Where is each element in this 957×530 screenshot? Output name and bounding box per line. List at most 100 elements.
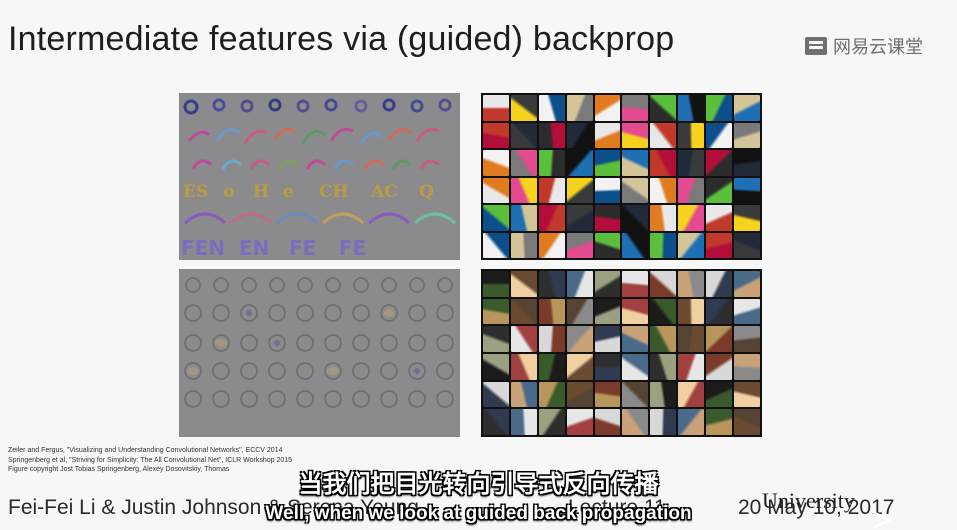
image-patch <box>678 353 705 380</box>
image-patch <box>566 232 593 258</box>
image-patches-top-panel <box>481 93 762 260</box>
image-patch <box>538 381 565 408</box>
image-patch <box>678 232 705 258</box>
image-patch <box>734 409 760 435</box>
letter-mark: AC <box>370 182 398 202</box>
image-patch <box>510 150 537 176</box>
image-patch <box>650 95 677 121</box>
image-patch <box>734 150 760 176</box>
image-patch <box>594 205 621 231</box>
image-patch <box>538 177 565 203</box>
image-patch <box>594 271 621 297</box>
image-patch <box>650 122 677 148</box>
image-patch <box>706 232 733 258</box>
image-patch <box>566 271 593 297</box>
image-patch <box>678 150 705 176</box>
image-patch <box>483 205 509 231</box>
image-patch <box>650 298 677 325</box>
image-patch <box>734 353 760 380</box>
image-patch <box>734 298 760 325</box>
image-patch <box>650 232 677 258</box>
image-patch <box>483 271 509 297</box>
image-patch <box>566 122 593 148</box>
image-patch <box>622 95 649 121</box>
image-patch <box>566 205 593 231</box>
letter-mark: FE <box>339 236 366 260</box>
image-patch <box>538 150 565 176</box>
reference-line: Zeiler and Fergus, "Visualizing and Unde… <box>8 447 283 454</box>
image-patch <box>622 205 649 231</box>
image-patch <box>483 150 509 176</box>
image-patch <box>734 381 760 408</box>
image-patch <box>650 205 677 231</box>
image-patch <box>678 298 705 325</box>
image-patch <box>622 353 649 380</box>
image-patch <box>594 353 621 380</box>
image-patch <box>538 326 565 352</box>
image-patch <box>706 326 733 352</box>
image-patch <box>538 353 565 380</box>
guided-backprop-bottom-panel <box>179 269 460 437</box>
image-patch <box>483 122 509 148</box>
guided-backprop-top-visual: ES o H e CH AC Q FEN EN FE FE <box>181 98 457 260</box>
image-patch <box>483 232 509 258</box>
image-patch <box>622 177 649 203</box>
letter-mark: o <box>223 182 234 202</box>
letter-mark: EN <box>239 236 269 260</box>
image-patch <box>650 409 677 435</box>
image-patch <box>706 353 733 380</box>
image-patch <box>734 122 760 148</box>
image-patch <box>594 177 621 203</box>
letter-mark: FE <box>289 236 316 260</box>
image-patch <box>678 326 705 352</box>
image-patch <box>706 95 733 121</box>
image-patch <box>538 271 565 297</box>
image-patch <box>594 381 621 408</box>
image-patch <box>650 326 677 352</box>
watermark-text: 网易云课堂 <box>833 37 923 57</box>
letter-mark: H <box>253 182 269 202</box>
image-patch <box>538 205 565 231</box>
image-patch <box>594 326 621 352</box>
letter-mark: ES <box>183 182 208 202</box>
image-patch <box>622 122 649 148</box>
image-patch <box>734 95 760 121</box>
image-patch <box>734 232 760 258</box>
image-patch <box>734 177 760 203</box>
image-patch <box>483 177 509 203</box>
image-patch <box>483 353 509 380</box>
image-patch <box>510 177 537 203</box>
image-patch <box>622 381 649 408</box>
image-patch <box>538 232 565 258</box>
image-patch <box>594 95 621 121</box>
image-patch <box>678 271 705 297</box>
image-patch <box>538 409 565 435</box>
image-patch <box>650 177 677 203</box>
image-patch <box>594 232 621 258</box>
image-patch <box>594 298 621 325</box>
video-control-icon[interactable] <box>870 510 892 530</box>
image-patch <box>706 298 733 325</box>
image-patch <box>566 177 593 203</box>
letter-mark: Q <box>419 182 434 202</box>
image-patch <box>510 205 537 231</box>
image-patch <box>510 232 537 258</box>
image-patch <box>594 150 621 176</box>
image-patch <box>706 122 733 148</box>
slide-title: Intermediate features via (guided) backp… <box>8 20 675 58</box>
image-patch <box>650 381 677 408</box>
image-patch <box>622 271 649 297</box>
image-patch <box>510 122 537 148</box>
letter-mark: FEN <box>181 236 225 260</box>
image-patch <box>538 95 565 121</box>
image-patch <box>678 205 705 231</box>
image-patch <box>706 271 733 297</box>
image-patch <box>566 150 593 176</box>
image-patch <box>678 95 705 121</box>
guided-backprop-top-panel: ES o H e CH AC Q FEN EN FE FE <box>179 93 460 260</box>
image-patch <box>483 326 509 352</box>
subtitle-english: Well, when we look at guided back propag… <box>265 503 692 524</box>
image-patch <box>622 298 649 325</box>
image-patch <box>622 326 649 352</box>
image-patch <box>510 409 537 435</box>
